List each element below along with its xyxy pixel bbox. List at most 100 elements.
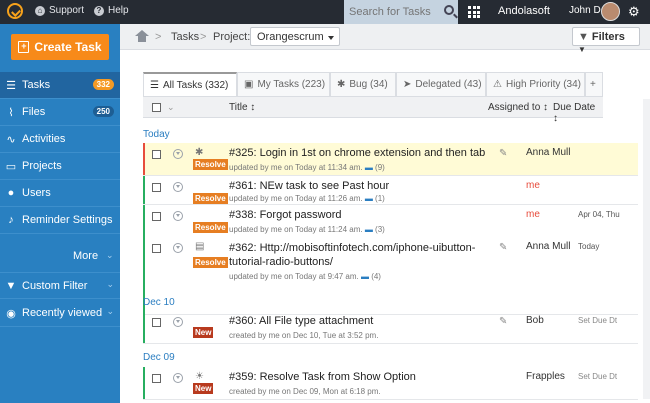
sidebar-item-label: Reminder Settings xyxy=(22,214,113,226)
scrollbar[interactable] xyxy=(643,99,650,399)
tab-high-priority[interactable]: ⚠ High Priority (34) xyxy=(486,72,585,96)
search-box[interactable] xyxy=(344,0,458,24)
home-icon: ⌂ xyxy=(35,5,45,16)
assigned-to[interactable]: Anna Mull xyxy=(526,241,570,252)
task-title[interactable]: #359: Resolve Task from Show Option xyxy=(229,371,416,383)
task-title[interactable]: #325: Login in 1st on chrome extension a… xyxy=(229,147,485,159)
help-label: Help xyxy=(108,5,129,16)
filters-button[interactable]: ▼ Filters ▼ xyxy=(572,27,640,54)
tab-bug[interactable]: ✱ Bug (34) xyxy=(330,72,396,96)
sidebar-item-activities[interactable]: ∿ Activities xyxy=(0,126,120,153)
status-badge: Resolve xyxy=(193,159,228,170)
sidebar-item-custom-filter[interactable]: ▼ Custom Filter ⌄ xyxy=(0,272,120,299)
assigned-column-header[interactable]: Assigned to ↕ xyxy=(488,102,548,113)
sidebar-item-users[interactable]: ● Users xyxy=(0,180,120,207)
sidebar-item-projects[interactable]: ▭ Projects xyxy=(0,153,120,180)
sidebar-item-label: Projects xyxy=(22,160,62,172)
status-badge: Resolve xyxy=(193,193,228,204)
group-label-today: Today xyxy=(143,129,170,140)
task-meta: updated by me on Today at 11:24 am. ▬ (3… xyxy=(229,225,385,234)
support-link[interactable]: ⌂ Support xyxy=(35,5,84,16)
top-bar: ⌂ Support ? Help Andolasoft John D ⚙ xyxy=(0,0,650,24)
row-action-icon[interactable] xyxy=(173,317,183,327)
due-date[interactable]: Apr 04, Thu xyxy=(578,210,620,219)
sidebar-item-recently-viewed[interactable]: ◉ Recently viewed ⌄ xyxy=(0,300,120,327)
assigned-to[interactable]: me xyxy=(526,209,540,220)
task-tabs: ☰ All Tasks (332) ▣ My Tasks (223) ✱ Bug (3… xyxy=(143,72,603,96)
folder-icon: ▭ xyxy=(5,160,17,173)
table-row[interactable]: ▤ Resolve #362: Http://mobisoftinfotech.… xyxy=(143,237,638,315)
task-meta: created by me on Dec 10, Tue at 3:52 pm. xyxy=(229,331,379,340)
title-column-header[interactable]: Title ↕ xyxy=(229,102,255,113)
select-all-checkbox[interactable] xyxy=(152,103,161,112)
table-row[interactable]: New #360: All File type attachment creat… xyxy=(143,311,638,344)
table-row[interactable]: ✱ Resolve #325: Login in 1st on chrome e… xyxy=(143,143,638,176)
chevron-down-icon[interactable]: ⌄ xyxy=(167,102,175,113)
more-label: More xyxy=(73,250,99,262)
assigned-to[interactable]: Anna Mull xyxy=(526,147,570,158)
breadcrumb-tasks[interactable]: Tasks xyxy=(171,31,199,43)
row-action-icon[interactable] xyxy=(173,211,183,221)
row-action-icon[interactable] xyxy=(173,243,183,253)
bug-icon: ✱ xyxy=(195,147,204,158)
attachment-icon: ✎ xyxy=(499,242,508,253)
sidebar-item-reminder-settings[interactable]: ♪ Reminder Settings xyxy=(0,207,120,234)
task-meta: updated by me on Today at 11:26 am. ▬ (1… xyxy=(229,194,385,203)
filter-icon: ▼ xyxy=(5,279,17,292)
table-row[interactable]: Resolve #361: NEw task to see Past hour … xyxy=(143,176,638,205)
row-action-icon[interactable] xyxy=(173,182,183,192)
search-icon[interactable] xyxy=(444,5,454,15)
table-row[interactable]: ☀ New #359: Resolve Task from Show Optio… xyxy=(143,367,638,400)
row-action-icon[interactable] xyxy=(173,149,183,159)
support-label: Support xyxy=(49,5,85,16)
orangescrum-logo-icon[interactable] xyxy=(7,3,23,19)
comment-count: (1) xyxy=(375,194,385,203)
row-checkbox[interactable] xyxy=(152,244,161,253)
due-date[interactable]: Today xyxy=(578,242,599,251)
row-checkbox[interactable] xyxy=(152,212,161,221)
assigned-to[interactable]: me xyxy=(526,180,540,191)
sidebar-item-tasks[interactable]: ☰ Tasks 332 xyxy=(0,72,120,99)
due-date[interactable]: Set Due Dt xyxy=(578,372,617,381)
status-badge: New xyxy=(193,327,214,338)
search-input[interactable] xyxy=(349,6,434,18)
gear-icon[interactable]: ⚙ xyxy=(628,4,640,20)
row-checkbox[interactable] xyxy=(152,150,161,159)
comment-icon: ▬ xyxy=(364,225,373,234)
breadcrumb-bar: > Tasks > Project: Orangescrum ▼ Filters … xyxy=(120,24,650,54)
create-task-button[interactable]: + Create Task xyxy=(11,34,109,60)
status-badge: Resolve xyxy=(193,257,228,268)
bug-icon: ✱ xyxy=(337,79,346,90)
add-tab-label: + xyxy=(590,79,596,90)
due-date[interactable]: Set Due Dt xyxy=(578,316,617,325)
user-name[interactable]: John D xyxy=(569,5,601,16)
assigned-to[interactable]: Bob xyxy=(526,315,544,326)
help-link[interactable]: ? Help xyxy=(94,5,129,16)
breadcrumb-sep: > xyxy=(155,31,162,43)
due-date-column-header[interactable]: Due Date ↕ xyxy=(553,102,603,124)
send-icon: ➤ xyxy=(403,79,412,90)
caret-down-icon xyxy=(328,36,334,40)
task-title[interactable]: #361: NEw task to see Past hour xyxy=(229,180,389,192)
company-name[interactable]: Andolasoft xyxy=(498,5,550,17)
tab-all-tasks[interactable]: ☰ All Tasks (332) xyxy=(143,72,237,96)
task-title[interactable]: #338: Forgot password xyxy=(229,209,342,221)
priority-stripe xyxy=(143,311,145,343)
sidebar-item-files[interactable]: ⌇ Files 250 xyxy=(0,99,120,126)
assigned-to[interactable]: Frapples xyxy=(526,371,565,382)
row-checkbox[interactable] xyxy=(152,318,161,327)
tab-delegated[interactable]: ➤ Delegated (43) xyxy=(396,72,486,96)
home-icon[interactable] xyxy=(135,30,149,42)
breadcrumb-sep: > xyxy=(200,31,207,43)
row-checkbox[interactable] xyxy=(152,183,161,192)
tab-my-tasks[interactable]: ▣ My Tasks (223) xyxy=(237,72,330,96)
row-action-icon[interactable] xyxy=(173,373,183,383)
apps-grid-icon[interactable] xyxy=(468,6,480,18)
row-checkbox[interactable] xyxy=(152,374,161,383)
more-toggle[interactable]: More ⌄ xyxy=(0,243,120,270)
project-select[interactable]: Orangescrum xyxy=(250,27,340,46)
task-title[interactable]: #360: All File type attachment xyxy=(229,315,373,327)
add-tab-button[interactable]: + xyxy=(585,72,603,96)
task-title[interactable]: #362: Http://mobisoftinfotech.com/iphone… xyxy=(229,241,504,269)
user-avatar[interactable] xyxy=(601,2,620,21)
